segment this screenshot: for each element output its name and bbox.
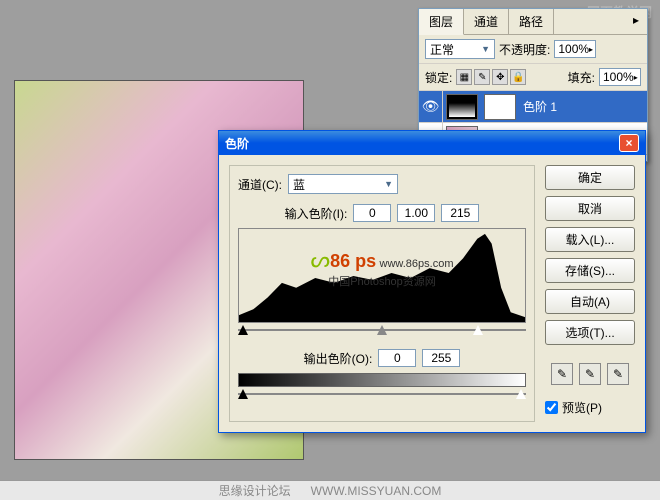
lock-label: 锁定: — [425, 69, 452, 86]
output-black-field[interactable] — [378, 349, 416, 367]
layer-name: 色阶 1 — [523, 98, 557, 115]
histogram-svg — [239, 229, 525, 322]
input-levels-label: 输入色阶(I): — [285, 205, 348, 222]
close-button[interactable]: × — [619, 134, 639, 152]
input-gamma-field[interactable] — [397, 204, 435, 222]
opacity-label: 不透明度: — [499, 41, 550, 58]
output-gradient — [238, 373, 526, 387]
tab-paths[interactable]: 路径 — [509, 9, 554, 34]
dialog-buttons: 确定 取消 载入(L)... 存储(S)... 自动(A) 选项(T)... ✎… — [545, 165, 635, 422]
input-white-field[interactable] — [441, 204, 479, 222]
save-button[interactable]: 存储(S)... — [545, 258, 635, 283]
lock-all-icon[interactable]: 🔒 — [510, 69, 526, 85]
opacity-input[interactable]: 100%▸ — [554, 40, 596, 58]
histogram: ᔕ86 ps www.86ps.com 中国Photoshop资源网 — [238, 228, 526, 323]
tab-channels[interactable]: 通道 — [464, 9, 509, 34]
fill-label: 填充: — [568, 69, 595, 86]
output-slider[interactable] — [238, 389, 526, 401]
footer-left: 思缘设计论坛 — [219, 482, 291, 499]
dialog-title: 色阶 — [225, 135, 619, 152]
tab-layers[interactable]: 图层 — [419, 9, 464, 35]
adjustment-thumbnail[interactable] — [446, 94, 478, 120]
lock-icons: ▦ ✎ ✥ 🔒 — [456, 69, 526, 85]
preview-checkbox[interactable] — [545, 401, 558, 414]
eyedropper-white-icon[interactable]: ✎ — [607, 363, 629, 385]
input-slider[interactable] — [238, 325, 526, 337]
eyedropper-black-icon[interactable]: ✎ — [551, 363, 573, 385]
footer-right: WWW.MISSYUAN.COM — [311, 484, 442, 498]
visibility-icon[interactable]: 👁 — [419, 91, 443, 123]
eyedropper-group: ✎ ✎ ✎ — [545, 363, 635, 385]
output-black-handle[interactable] — [238, 389, 248, 399]
ok-button[interactable]: 确定 — [545, 165, 635, 190]
fill-input[interactable]: 100%▸ — [599, 68, 641, 86]
channel-value: 蓝 — [293, 176, 305, 193]
panel-menu-icon[interactable]: ▸ — [625, 9, 647, 34]
lock-position-icon[interactable]: ✥ — [492, 69, 508, 85]
gamma-handle[interactable] — [377, 325, 387, 335]
input-black-field[interactable] — [353, 204, 391, 222]
output-white-field[interactable] — [422, 349, 460, 367]
lock-fill-row: 锁定: ▦ ✎ ✥ 🔒 填充: 100%▸ — [419, 64, 647, 91]
eyedropper-gray-icon[interactable]: ✎ — [579, 363, 601, 385]
dialog-titlebar[interactable]: 色阶 × — [219, 131, 645, 155]
dialog-main: 通道(C): 蓝 ▼ 输入色阶(I): ᔕ86 ps www.86ps.com … — [229, 165, 535, 422]
panel-tabs: 图层 通道 路径 ▸ — [419, 9, 647, 35]
lock-transparency-icon[interactable]: ▦ — [456, 69, 472, 85]
channel-select[interactable]: 蓝 ▼ — [288, 174, 398, 194]
chevron-down-icon: ▼ — [384, 179, 393, 189]
preview-label: 预览(P) — [562, 399, 602, 416]
levels-dialog: 色阶 × 通道(C): 蓝 ▼ 输入色阶(I): — [218, 130, 646, 433]
output-levels-label: 输出色阶(O): — [304, 350, 373, 367]
output-white-handle[interactable] — [516, 389, 526, 399]
blend-mode-value: 正常 — [430, 41, 454, 58]
blend-mode-select[interactable]: 正常 ▼ — [425, 39, 495, 59]
chevron-down-icon: ▼ — [481, 44, 490, 54]
options-button[interactable]: 选项(T)... — [545, 320, 635, 345]
load-button[interactable]: 载入(L)... — [545, 227, 635, 252]
mask-thumbnail[interactable] — [484, 94, 516, 120]
black-point-handle[interactable] — [238, 325, 248, 335]
white-point-handle[interactable] — [473, 325, 483, 335]
footer-bar: 思缘设计论坛 WWW.MISSYUAN.COM — [0, 480, 660, 500]
layer-row-levels[interactable]: 👁 色阶 1 — [419, 91, 647, 123]
channel-label: 通道(C): — [238, 176, 282, 193]
cancel-button[interactable]: 取消 — [545, 196, 635, 221]
lock-paint-icon[interactable]: ✎ — [474, 69, 490, 85]
blend-opacity-row: 正常 ▼ 不透明度: 100%▸ — [419, 35, 647, 64]
auto-button[interactable]: 自动(A) — [545, 289, 635, 314]
preview-checkbox-row[interactable]: 预览(P) — [545, 399, 635, 416]
